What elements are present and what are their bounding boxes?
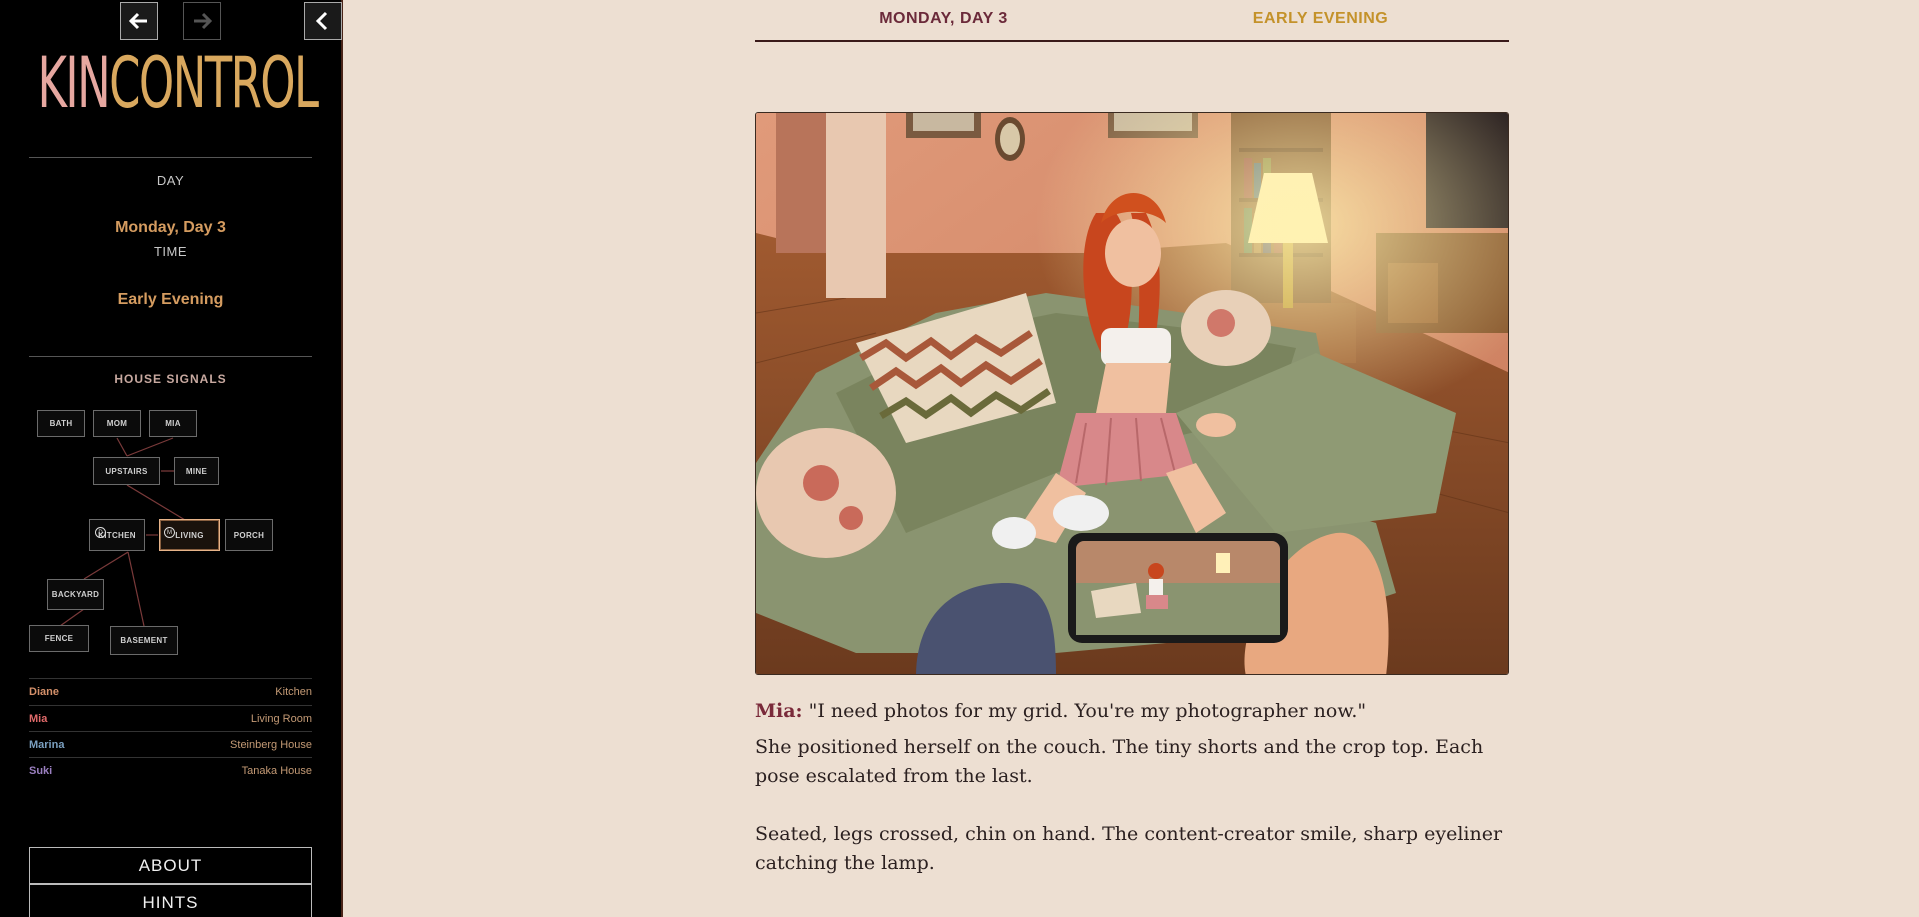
hints-button[interactable]: HINTS xyxy=(29,884,312,917)
story-paragraph: Seated, legs crossed, chin on hand. The … xyxy=(755,823,1503,874)
room-fence[interactable]: FENCE xyxy=(29,625,89,652)
day-label: DAY xyxy=(156,173,185,188)
person-name: Marina xyxy=(29,738,65,751)
person-row-diane: Diane Kitchen xyxy=(29,678,312,704)
collapse-sidebar-button[interactable] xyxy=(304,2,342,40)
sidebar: KINCONTROL DAY Monday, Day 3 TIME Early … xyxy=(0,0,343,917)
arrow-left-icon xyxy=(128,12,147,30)
mia-marker: M xyxy=(164,527,175,538)
person-row-suki: Suki Tanaka House xyxy=(29,757,312,783)
room-backyard[interactable]: BACKYARD xyxy=(47,579,104,610)
person-row-marina: Marina Steinberg House xyxy=(29,731,312,757)
header-time: EARLY EVENING xyxy=(1252,10,1389,27)
person-row-mia: Mia Living Room xyxy=(29,705,312,731)
person-location: Steinberg House xyxy=(230,738,312,751)
diane-marker: D xyxy=(95,527,106,538)
person-location: Kitchen xyxy=(275,685,312,698)
forward-button[interactable] xyxy=(183,2,221,40)
person-location: Living Room xyxy=(250,712,312,725)
header-bar: MONDAY, DAY 3 EARLY EVENING xyxy=(755,0,1509,42)
divider xyxy=(29,356,312,357)
room-porch[interactable]: PORCH xyxy=(225,519,273,551)
room-basement[interactable]: BASEMENT xyxy=(110,626,178,655)
story-paragraph: She positioned herself on the couch. The… xyxy=(755,736,1484,787)
about-button[interactable]: ABOUT xyxy=(29,847,312,884)
person-location: Tanaka House xyxy=(241,764,312,777)
main-content: MONDAY, DAY 3 EARLY EVENING Mia: "I need… xyxy=(345,0,1919,917)
scene-image xyxy=(756,113,1508,674)
person-name: Diane xyxy=(29,685,59,698)
arrow-right-icon xyxy=(194,12,213,30)
speaker-name: Mia: xyxy=(755,700,803,722)
room-upstairs[interactable]: UPSTAIRS xyxy=(93,457,160,485)
chevron-left-icon xyxy=(315,11,328,31)
person-name: Suki xyxy=(29,764,53,777)
dialogue-line: Mia: "I need photos for my grid. You're … xyxy=(755,697,1515,726)
person-name: Mia xyxy=(29,712,48,725)
logo: KINCONTROL xyxy=(37,43,320,125)
divider xyxy=(29,157,312,158)
dialogue-text: "I need photos for my grid. You're my ph… xyxy=(808,700,1367,722)
header-day: MONDAY, DAY 3 xyxy=(879,10,1008,27)
scene-illustration xyxy=(755,112,1509,675)
house-signals-title: HOUSE SIGNALS xyxy=(114,372,227,386)
room-mom[interactable]: MOM xyxy=(93,410,141,437)
time-value: Early Evening xyxy=(117,291,224,308)
day-value: Monday, Day 3 xyxy=(115,219,226,236)
room-mine[interactable]: MINE xyxy=(174,457,219,485)
time-label: TIME xyxy=(153,244,188,259)
room-bath[interactable]: BATH xyxy=(37,410,85,437)
room-mia[interactable]: MIA xyxy=(149,410,197,437)
house-signals-map: BATH MOM MIA UPSTAIRS MINE KITCHEN LIVIN… xyxy=(0,400,341,670)
back-button[interactable] xyxy=(120,2,158,40)
